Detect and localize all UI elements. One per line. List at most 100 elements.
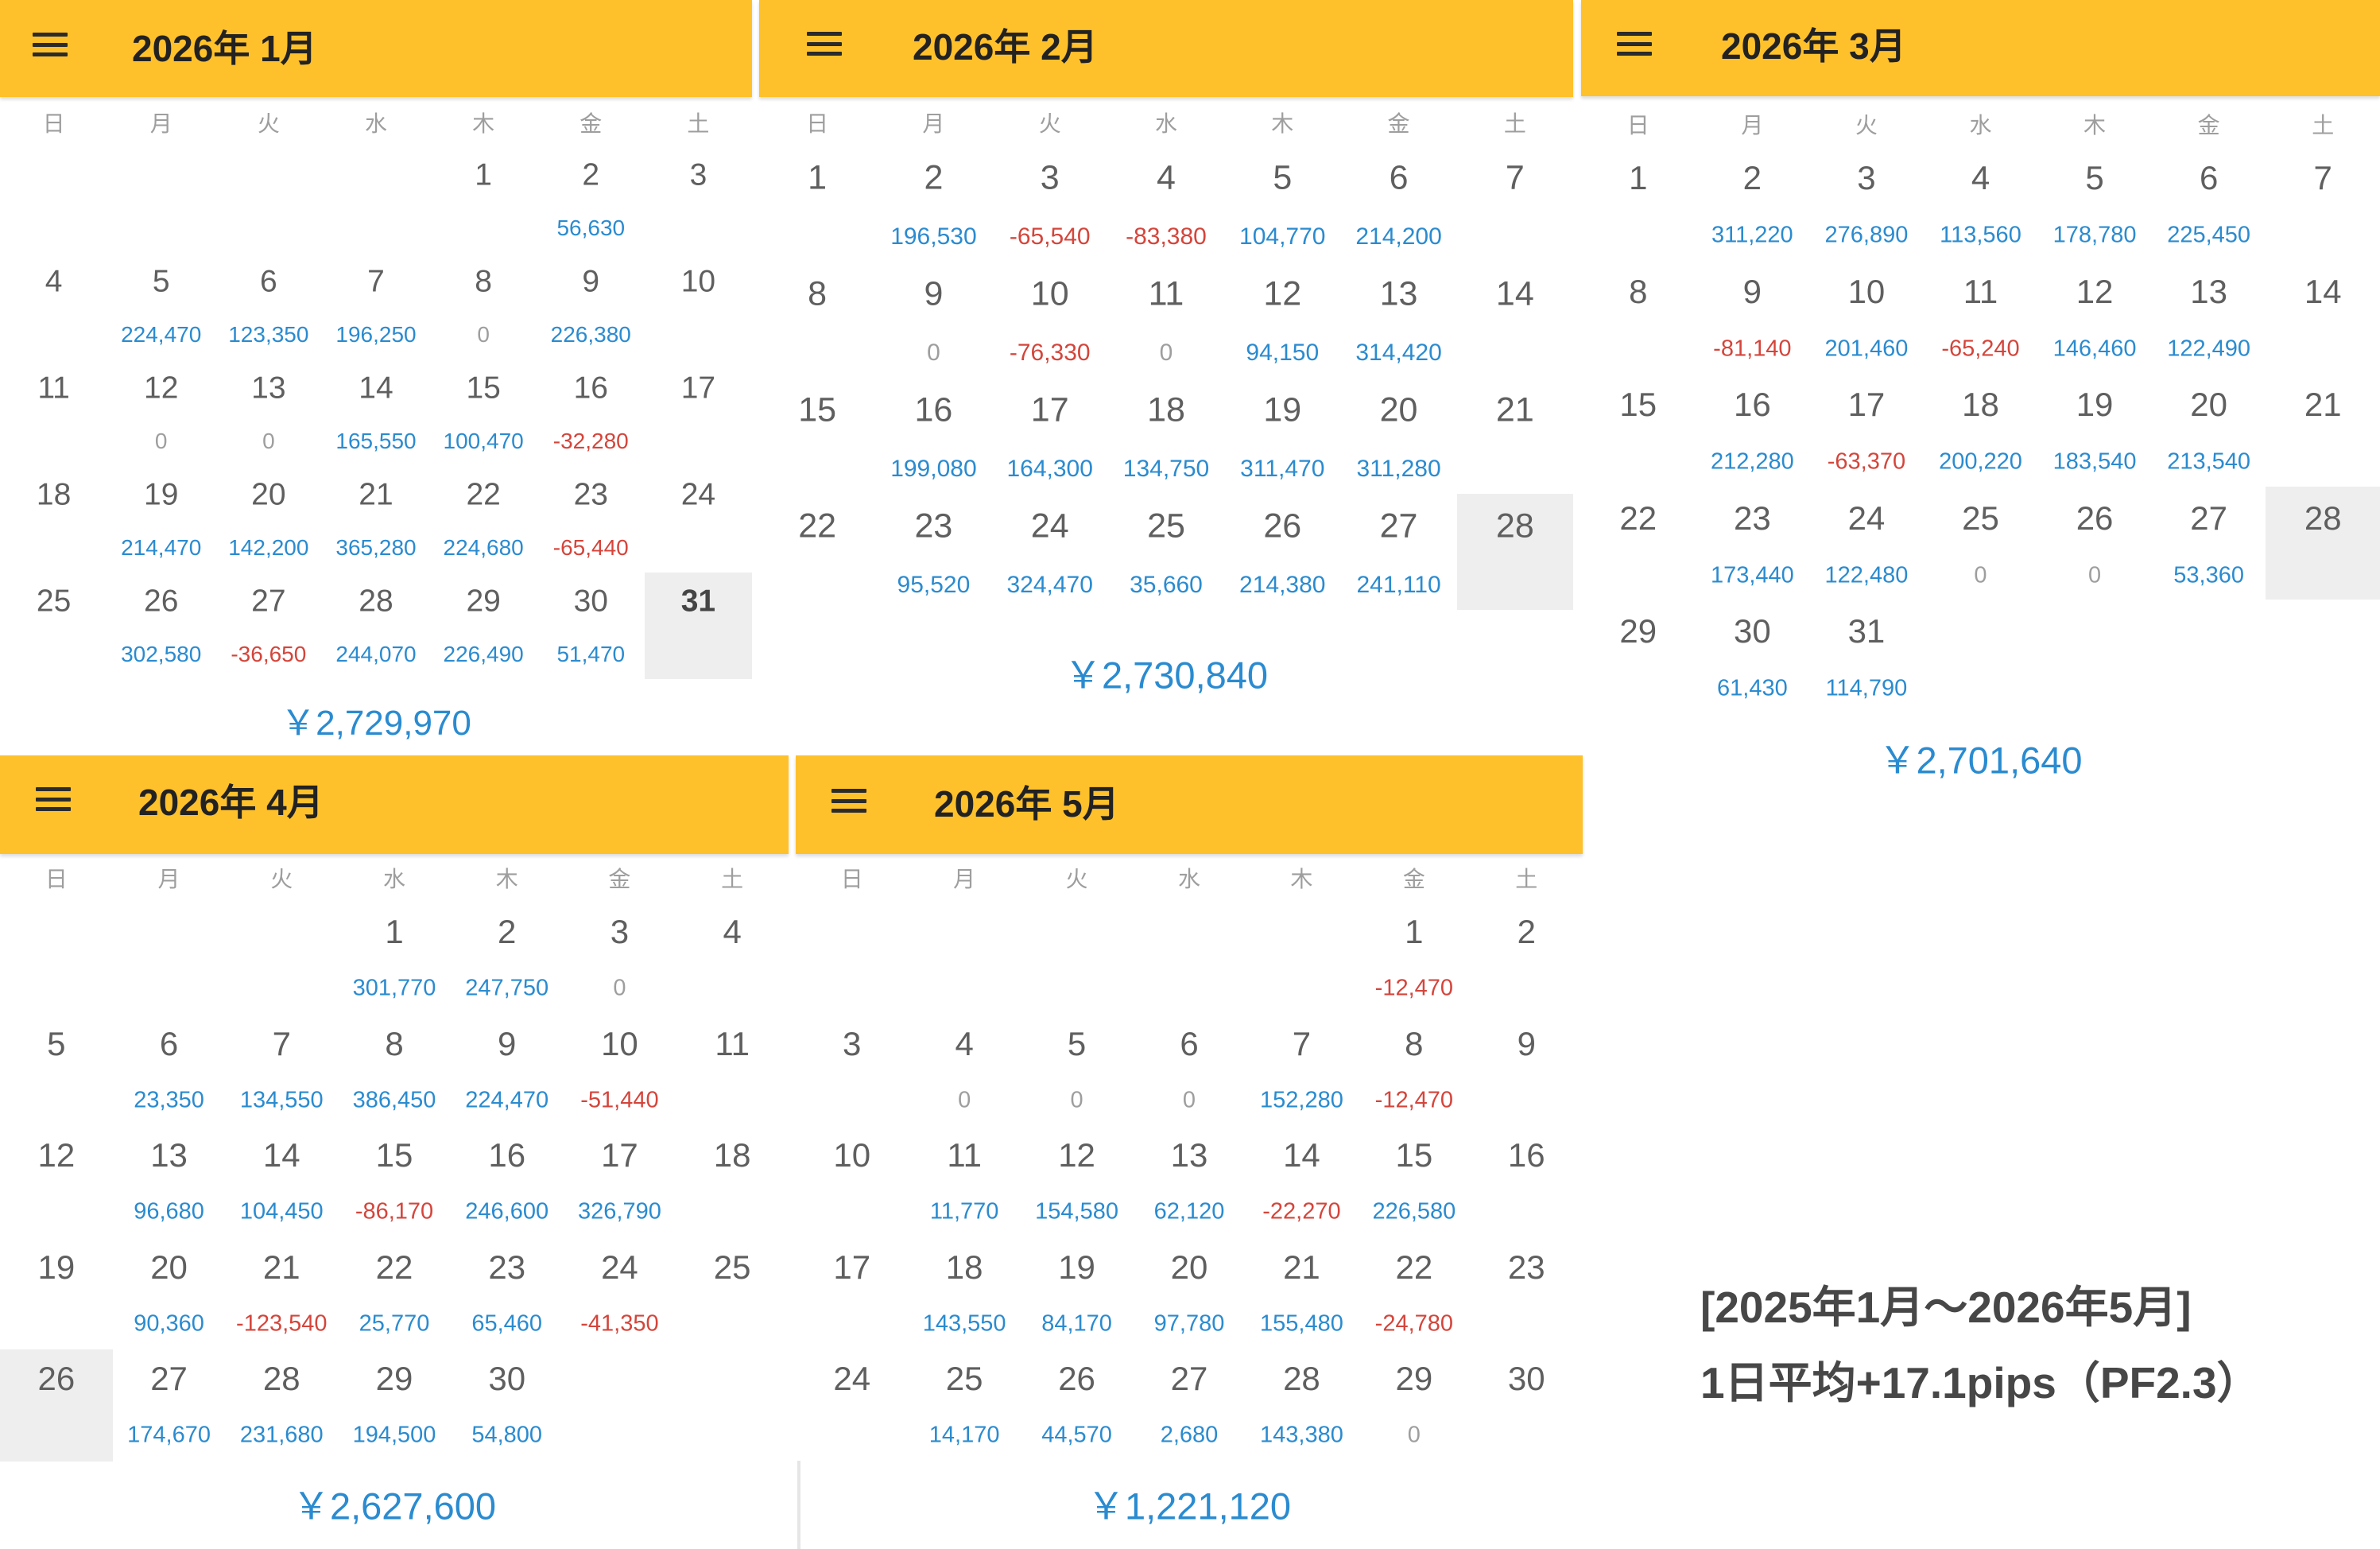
day-cell[interactable]: 1 -12,470	[1358, 903, 1470, 1015]
day-cell[interactable]: 18 200,220	[1924, 373, 2038, 487]
day-cell[interactable]: 26 302,580	[107, 573, 215, 679]
day-cell[interactable]: 3	[796, 1015, 908, 1127]
day-cell[interactable]: 10	[796, 1126, 908, 1238]
day-cell[interactable]: 16	[1471, 1126, 1583, 1238]
day-cell[interactable]: 6 214,200	[1340, 146, 1456, 262]
day-cell[interactable]: 28 244,070	[322, 573, 429, 679]
day-cell[interactable]: 11 0	[1108, 262, 1224, 378]
day-cell[interactable]: 30	[1471, 1349, 1583, 1462]
day-cell[interactable]: 8	[759, 262, 875, 378]
day-cell[interactable]: 13 96,680	[113, 1126, 226, 1238]
day-cell[interactable]: 9 226,380	[537, 253, 645, 359]
day-cell[interactable]: 22 224,680	[430, 466, 537, 573]
day-cell[interactable]: 26 214,380	[1224, 494, 1340, 610]
day-cell[interactable]: 10 201,460	[1809, 260, 1924, 374]
day-cell[interactable]: 28	[1456, 494, 1573, 610]
day-cell[interactable]: 90	[875, 262, 991, 378]
day-cell[interactable]: 16 -32,280	[537, 359, 645, 466]
day-cell[interactable]: 16 199,080	[875, 378, 991, 494]
day-cell[interactable]: 14 104,450	[225, 1126, 338, 1238]
day-cell[interactable]: 7 152,280	[1246, 1015, 1358, 1127]
day-cell[interactable]: 14 165,550	[322, 359, 429, 466]
day-cell[interactable]: 14 -22,270	[1246, 1126, 1358, 1238]
day-cell[interactable]: 10	[645, 253, 752, 359]
day-cell[interactable]: 19 183,540	[2037, 373, 2152, 487]
day-cell[interactable]: 19 311,470	[1224, 378, 1340, 494]
day-cell[interactable]: 40	[908, 1015, 1020, 1127]
day-cell[interactable]: 21 365,280	[322, 466, 429, 573]
menu-icon[interactable]	[36, 787, 71, 811]
day-cell[interactable]: 13 314,420	[1340, 262, 1456, 378]
day-cell[interactable]: 30	[564, 903, 676, 1015]
day-cell[interactable]: 30 51,470	[537, 573, 645, 679]
day-cell[interactable]: 29 194,500	[338, 1349, 451, 1462]
day-cell[interactable]: 20 213,540	[2152, 373, 2266, 487]
day-cell[interactable]: 18 143,550	[908, 1238, 1020, 1350]
day-cell[interactable]: 2 56,630	[537, 146, 645, 253]
day-cell[interactable]: 18	[676, 1126, 789, 1238]
day-cell[interactable]: 6 23,350	[113, 1015, 226, 1127]
day-cell[interactable]: 17	[796, 1238, 908, 1350]
day-cell[interactable]: 11	[0, 359, 107, 466]
menu-icon[interactable]	[33, 33, 68, 56]
day-cell[interactable]: 17 -63,370	[1809, 373, 1924, 487]
day-cell[interactable]: 27 2,680	[1133, 1349, 1245, 1462]
day-cell[interactable]: 13 0	[215, 359, 322, 466]
day-cell[interactable]: 19 84,170	[1021, 1238, 1133, 1350]
day-cell[interactable]: 29	[1581, 600, 1696, 713]
menu-icon[interactable]	[1617, 32, 1652, 56]
day-cell[interactable]: 50	[1021, 1015, 1133, 1127]
day-cell[interactable]: 27 53,360	[2152, 487, 2266, 600]
day-cell[interactable]: 13 62,120	[1133, 1126, 1245, 1238]
day-cell[interactable]: 4 -83,380	[1108, 146, 1224, 262]
day-cell[interactable]: 27 174,670	[113, 1349, 226, 1462]
day-cell[interactable]: 20 142,200	[215, 466, 322, 573]
day-cell[interactable]: 8 386,450	[338, 1015, 451, 1127]
day-cell[interactable]: 24	[796, 1349, 908, 1462]
day-cell[interactable]: 28 231,680	[225, 1349, 338, 1462]
day-cell[interactable]: 27 -36,650	[215, 573, 322, 679]
day-cell[interactable]: 12 154,580	[1021, 1126, 1133, 1238]
day-cell[interactable]: 15 -86,170	[338, 1126, 451, 1238]
day-cell[interactable]: 8	[1581, 260, 1696, 374]
day-cell[interactable]: 30 61,430	[1696, 600, 1810, 713]
day-cell[interactable]: 28	[2266, 486, 2380, 600]
day-cell[interactable]: 17 164,300	[992, 378, 1108, 494]
menu-icon[interactable]	[831, 789, 866, 813]
day-cell[interactable]: 21	[1457, 378, 1573, 494]
day-cell[interactable]: 20 97,780	[1133, 1238, 1245, 1350]
day-cell[interactable]: 1	[1581, 146, 1696, 260]
day-cell[interactable]: 15	[759, 378, 875, 494]
day-cell[interactable]: 7 134,550	[225, 1015, 338, 1127]
day-cell[interactable]: 20 90,360	[113, 1238, 226, 1350]
day-cell[interactable]: 18	[0, 466, 107, 573]
day-cell[interactable]: 18 134,750	[1108, 378, 1224, 494]
day-cell[interactable]: 1	[430, 146, 537, 253]
day-cell[interactable]: 22 -24,780	[1358, 1238, 1470, 1350]
day-cell[interactable]: 23 95,520	[875, 494, 991, 610]
day-cell[interactable]: 21 -123,540	[225, 1238, 338, 1350]
day-cell[interactable]: 2 196,530	[875, 146, 991, 262]
day-cell[interactable]: 31	[644, 573, 752, 679]
day-cell[interactable]: 15 100,470	[430, 359, 537, 466]
day-cell[interactable]: 9 -81,140	[1696, 260, 1810, 374]
day-cell[interactable]: 5 178,780	[2037, 146, 2152, 260]
day-cell[interactable]: 11	[676, 1015, 789, 1127]
day-cell[interactable]: 3 276,890	[1809, 146, 1924, 260]
day-cell[interactable]: 80	[430, 253, 537, 359]
day-cell[interactable]: 22 25,770	[338, 1238, 451, 1350]
day-cell[interactable]: 3	[645, 146, 752, 253]
day-cell[interactable]: 25 35,660	[1108, 494, 1224, 610]
day-cell[interactable]: 17	[645, 359, 752, 466]
day-cell[interactable]: 7	[2266, 146, 2380, 260]
day-cell[interactable]: 7	[1457, 146, 1573, 262]
day-cell[interactable]: 23	[1471, 1238, 1583, 1350]
day-cell[interactable]: 19	[0, 1238, 113, 1350]
day-cell[interactable]: 2 247,750	[451, 903, 564, 1015]
day-cell[interactable]: 22	[759, 494, 875, 610]
day-cell[interactable]: 12 146,460	[2037, 260, 2152, 374]
day-cell[interactable]: 4 113,560	[1924, 146, 2038, 260]
day-cell[interactable]: 17 326,790	[564, 1126, 676, 1238]
day-cell[interactable]: 31 114,790	[1809, 600, 1924, 713]
day-cell[interactable]: 10 -76,330	[992, 262, 1108, 378]
